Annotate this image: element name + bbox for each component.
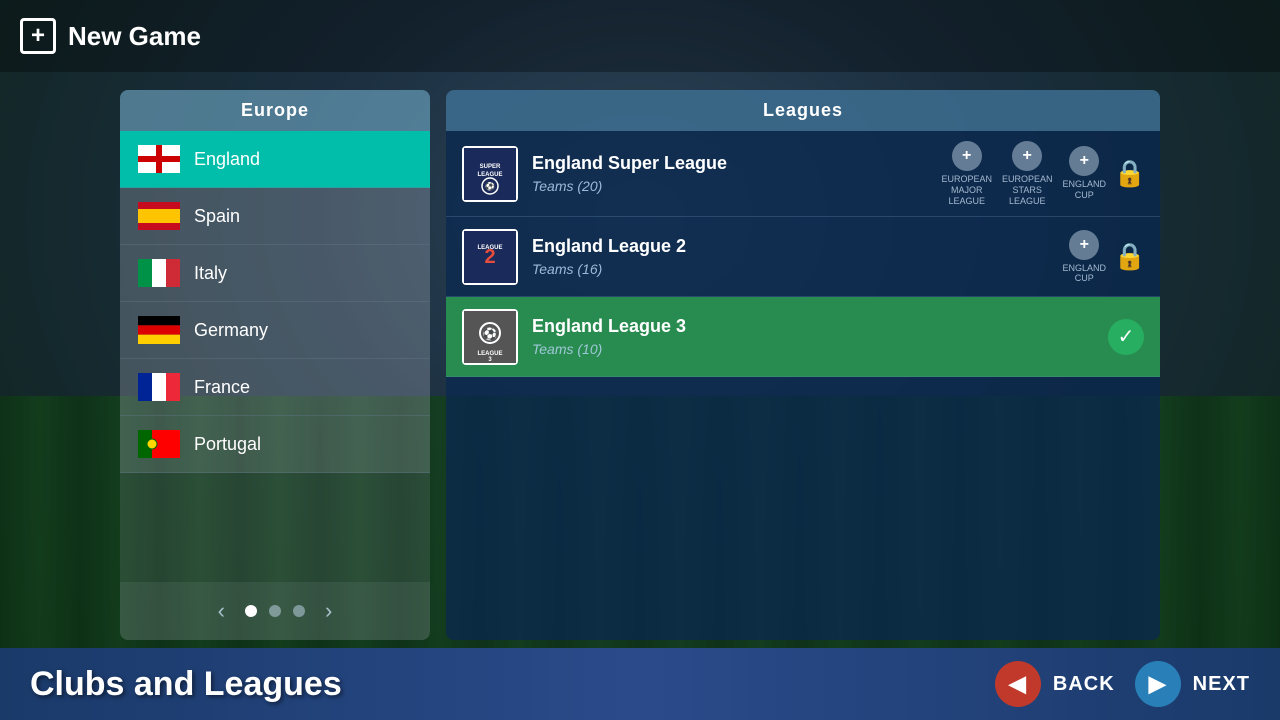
flag-england (138, 145, 180, 173)
flag-portugal (138, 430, 180, 458)
flag-italy (138, 259, 180, 287)
next-page-button[interactable]: › (317, 594, 340, 628)
country-item-england[interactable]: England (120, 131, 430, 188)
page-dot-3[interactable] (293, 605, 305, 617)
back-circle: ◀ (995, 661, 1041, 707)
page-dot-2[interactable] (269, 605, 281, 617)
league-logo-league-2: LEAGUE 2 (462, 229, 518, 285)
lock-icon-super-league: 🔒 (1116, 157, 1144, 191)
league-list: SUPER LEAGUE ⚽ England Super League Team… (446, 131, 1160, 640)
league2-logo-svg: LEAGUE 2 (464, 231, 516, 283)
pagination: ‹ › (120, 582, 430, 640)
country-panel-header: Europe (120, 90, 430, 131)
country-panel: Europe England Spain (120, 90, 430, 640)
league-name-league-3: England League 3 (532, 316, 1094, 337)
country-item-portugal[interactable]: Portugal (120, 416, 430, 473)
extra-badge-label-1: EUROPEANMAJORLEAGUE (941, 174, 992, 206)
league-extras-super-league: + EUROPEANMAJORLEAGUE + EUROPEANSTARSLEA… (941, 141, 1144, 206)
extra-badge-label-2: EUROPEANSTARSLEAGUE (1002, 174, 1053, 206)
league-item-super-league[interactable]: SUPER LEAGUE ⚽ England Super League Team… (446, 131, 1160, 217)
extra-badge-circle-2: + (1012, 141, 1042, 171)
flag-germany (138, 316, 180, 344)
plus-icon: + (20, 18, 56, 54)
page-dot-1[interactable] (245, 605, 257, 617)
next-arrow-icon: ▶ (1149, 671, 1167, 697)
league-extras-league-3: ✓ (1108, 319, 1144, 355)
back-arrow-icon: ◀ (1009, 671, 1027, 697)
league-teams-league-2: Teams (16) (532, 261, 1048, 277)
league-info-league-2: England League 2 Teams (16) (532, 236, 1048, 277)
country-item-spain[interactable]: Spain (120, 188, 430, 245)
back-label: BACK (1053, 673, 1115, 696)
flag-spain (138, 202, 180, 230)
next-circle: ▶ (1135, 661, 1181, 707)
top-bar: + New Game (0, 0, 1280, 72)
extra-badge-england-cup-2[interactable]: + ENGLANDCUP (1062, 230, 1106, 285)
league-info-super-league: England Super League Teams (20) (532, 153, 927, 194)
league3-logo-svg: ⚽ LEAGUE 3 (464, 311, 516, 363)
league-name-league-2: England League 2 (532, 236, 1048, 257)
prev-page-button[interactable]: ‹ (210, 594, 233, 628)
league-item-league-3[interactable]: ⚽ LEAGUE 3 England League 3 Teams (10) ✓ (446, 297, 1160, 377)
extra-badge-circle-1: + (952, 141, 982, 171)
leagues-panel: Leagues SUPER LEAGUE ⚽ England Super Lea… (446, 90, 1160, 640)
leagues-header: Leagues (446, 90, 1160, 131)
new-game-label: New Game (68, 21, 201, 52)
bottom-title-text: Clubs and Leagues (30, 665, 342, 703)
extra-badge-circle-3: + (1069, 146, 1099, 176)
lock-icon-league-2: 🔒 (1116, 240, 1144, 274)
league-info-league-3: England League 3 Teams (10) (532, 316, 1094, 357)
bottom-title-area: Clubs and Leagues (0, 665, 995, 704)
check-icon-league-3: ✓ (1108, 319, 1144, 355)
extra-badge-label-4: ENGLANDCUP (1062, 263, 1106, 285)
svg-text:LEAGUE: LEAGUE (477, 172, 502, 178)
extra-badge-circle-4: + (1069, 230, 1099, 260)
extra-badge-european-stars[interactable]: + EUROPEANSTARSLEAGUE (1002, 141, 1053, 206)
next-button[interactable]: ▶ NEXT (1135, 661, 1250, 707)
league-logo-super-league: SUPER LEAGUE ⚽ (462, 146, 518, 202)
back-button[interactable]: ◀ BACK (995, 661, 1115, 707)
svg-text:2: 2 (484, 246, 495, 268)
bottom-bar: Clubs and Leagues ◀ BACK ▶ NEXT (0, 648, 1280, 720)
country-list: England Spain Italy (120, 131, 430, 582)
league-logo-league-3: ⚽ LEAGUE 3 (462, 309, 518, 365)
league-teams-super-league: Teams (20) (532, 178, 927, 194)
main-content: Europe England Spain (120, 90, 1160, 640)
league-extras-league-2: + ENGLANDCUP 🔒 (1062, 230, 1144, 285)
svg-text:SUPER: SUPER (480, 164, 501, 170)
country-item-germany[interactable]: Germany (120, 302, 430, 359)
super-league-logo-svg: SUPER LEAGUE ⚽ (464, 148, 516, 200)
new-game-button[interactable]: + New Game (20, 18, 201, 54)
country-item-italy[interactable]: Italy (120, 245, 430, 302)
flag-france (138, 373, 180, 401)
league-name-super-league: England Super League (532, 153, 927, 174)
next-label: NEXT (1193, 673, 1250, 696)
league-item-league-2[interactable]: LEAGUE 2 England League 2 Teams (16) + E… (446, 217, 1160, 297)
extra-badge-england-cup-1[interactable]: + ENGLANDCUP (1062, 146, 1106, 201)
bottom-actions: ◀ BACK ▶ NEXT (995, 661, 1280, 707)
svg-text:⚽: ⚽ (482, 327, 498, 341)
league-teams-league-3: Teams (10) (532, 341, 1094, 357)
extra-badge-european-major[interactable]: + EUROPEANMAJORLEAGUE (941, 141, 992, 206)
extra-badge-label-3: ENGLANDCUP (1062, 179, 1106, 201)
country-item-france[interactable]: France (120, 359, 430, 416)
svg-text:⚽: ⚽ (484, 181, 495, 191)
